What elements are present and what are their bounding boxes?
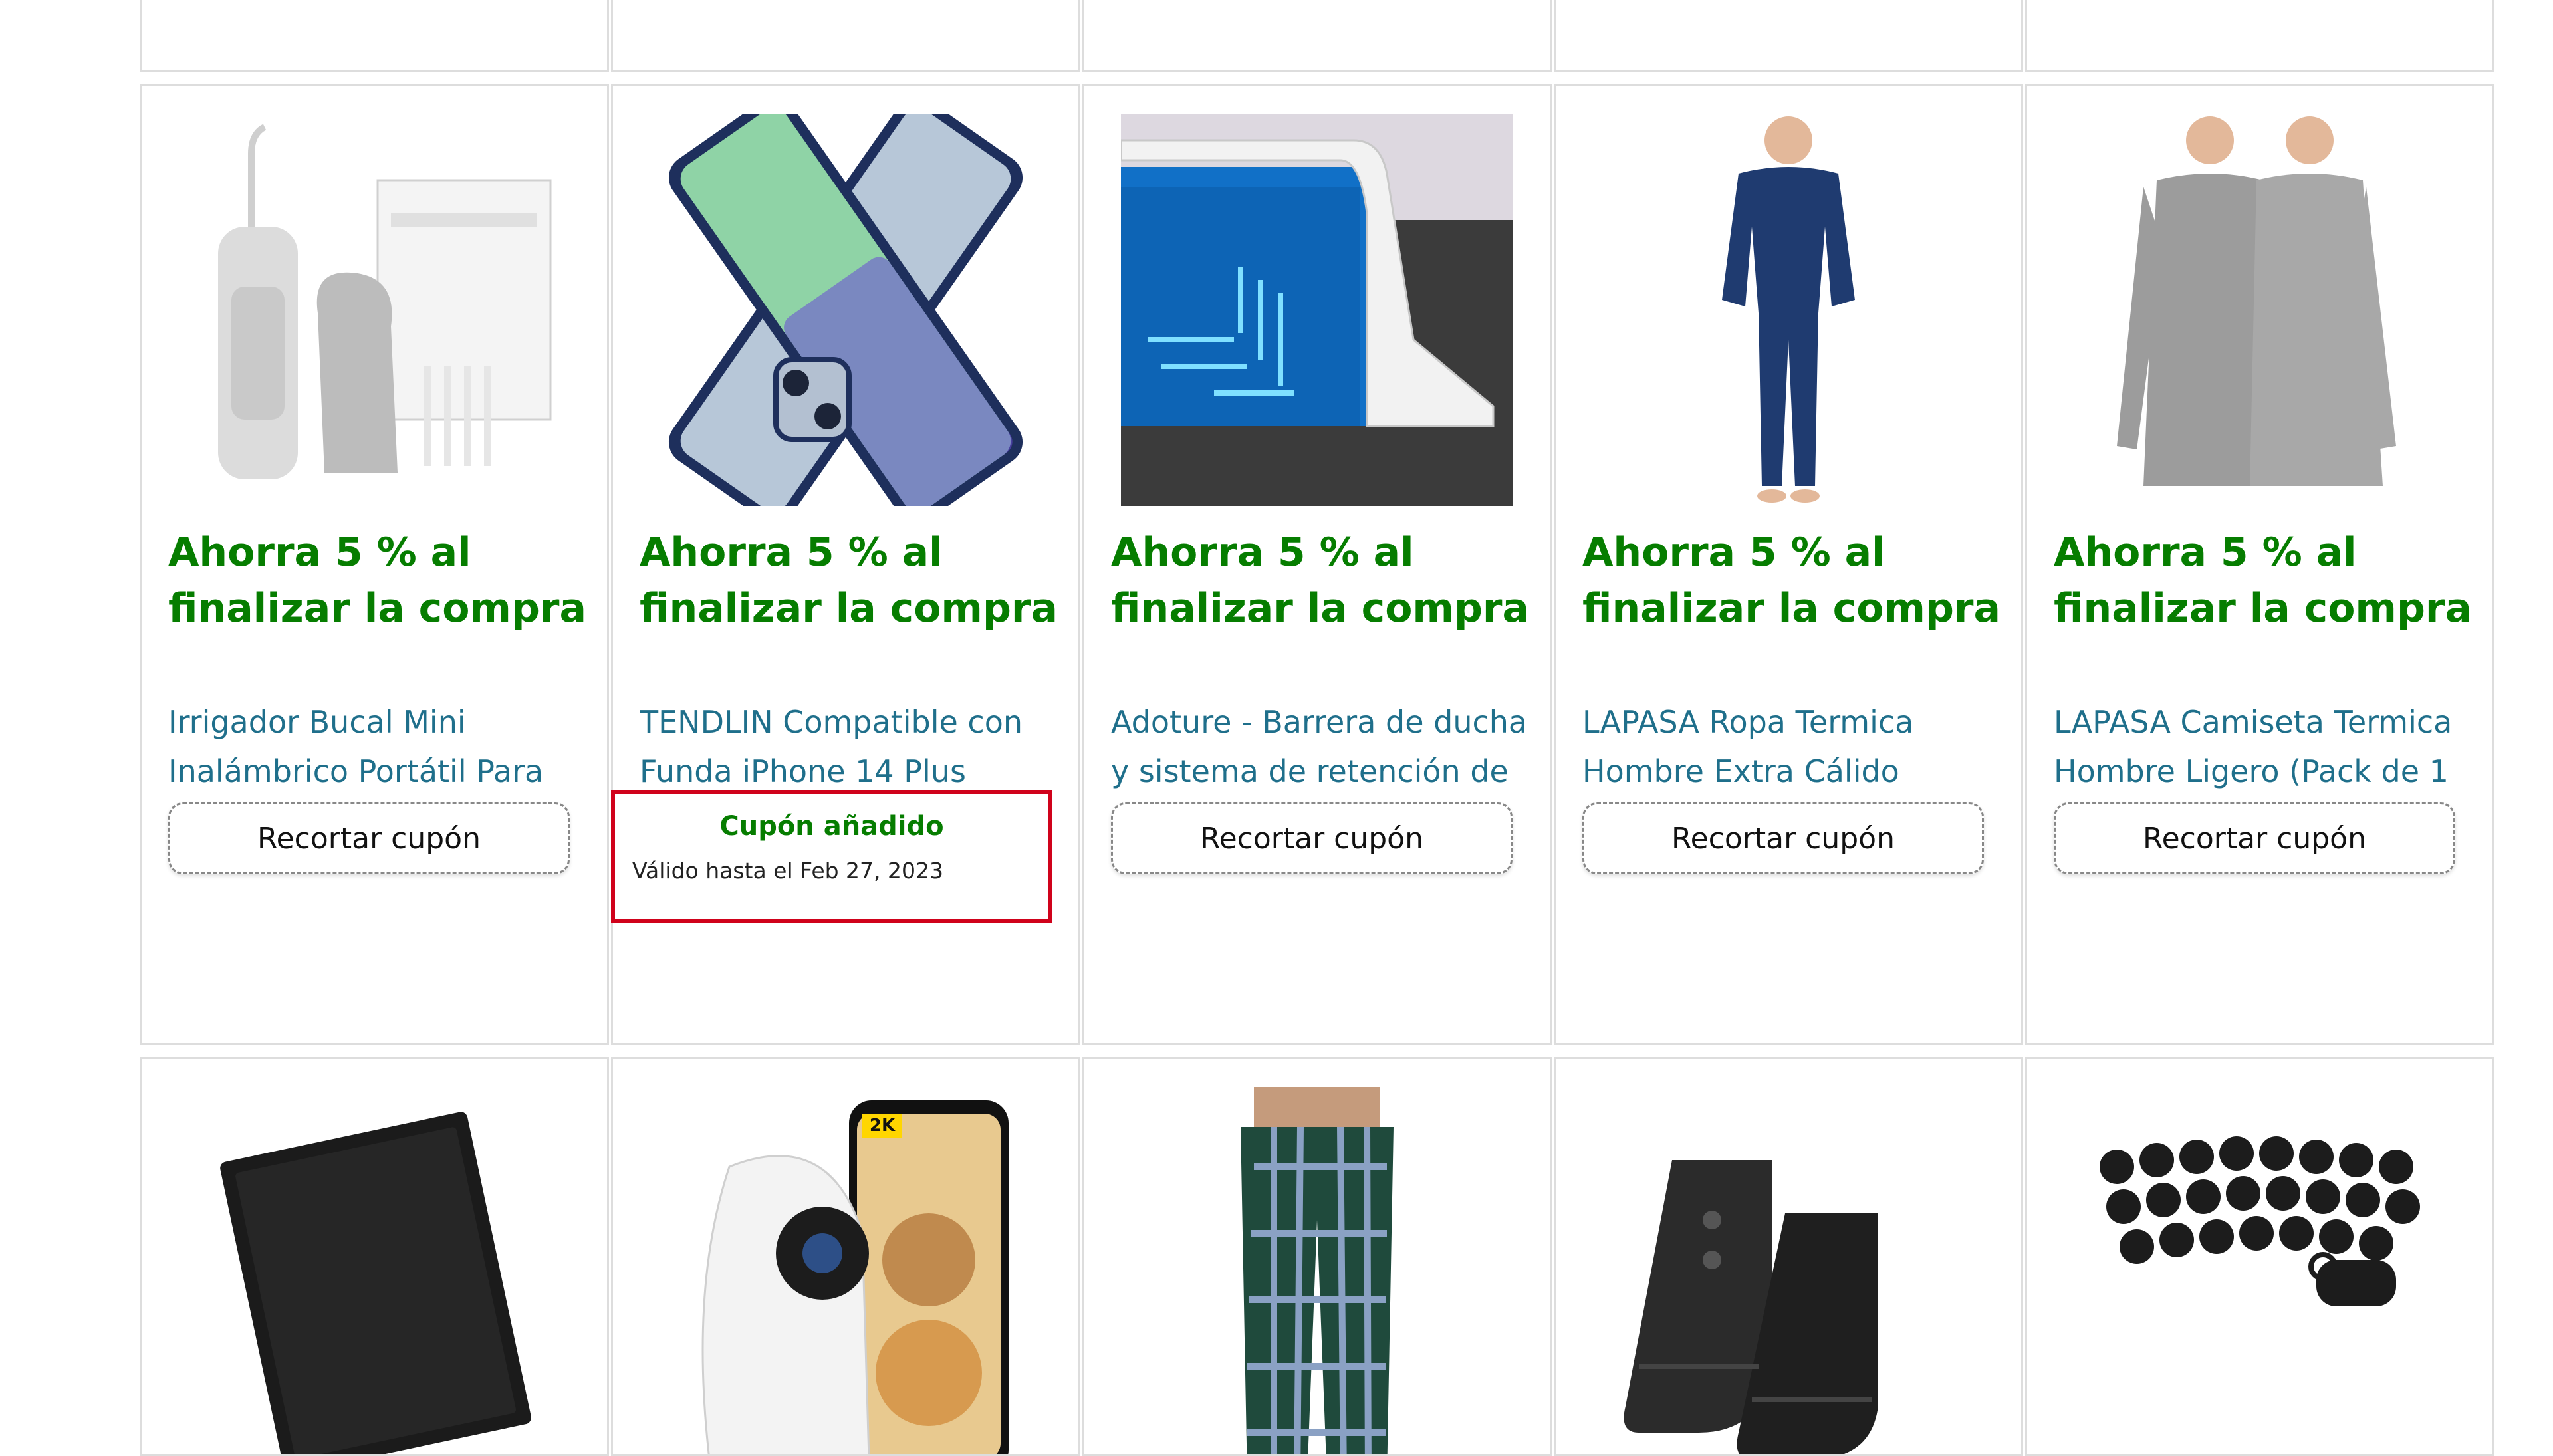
coupon-card-camera: 2K [611, 1057, 1080, 1456]
coupon-card-water-flosser: Ahorra 5 % al finalizar la compra Irriga… [140, 84, 609, 1045]
coupon-card-top-1[interactable] [140, 0, 609, 72]
coupon-card-waste-bags [2025, 1057, 2494, 1456]
deal-title: Ahorra 5 % al finalizar la compra [1582, 529, 2001, 632]
product-title-link[interactable]: Adoture - Barrera de ducha y sistema de … [1111, 697, 1536, 796]
product-title-link[interactable]: TENDLIN Compatible con Funda iPhone 14 P… [640, 697, 1065, 796]
security-camera-image[interactable]: 2K [650, 1087, 1042, 1454]
coupon-valid-until: Válido hasta el Feb 27, 2023 [632, 858, 944, 884]
coupon-card-boots [1554, 1057, 2023, 1456]
clip-coupon-button[interactable]: Recortar cupón [168, 802, 570, 874]
coupon-card-thermal-navy: Ahorra 5 % al finalizar la compra LAPASA… [1554, 84, 2023, 1045]
product-title-link[interactable]: LAPASA Ropa Termica Hombre Extra Cálido [1582, 697, 2008, 796]
coupon-grid: Ahorra 5 % al finalizar la compra Irriga… [0, 0, 2553, 1456]
coupon-card-top-5[interactable] [2025, 0, 2494, 72]
clip-coupon-button[interactable]: Recortar cupón [2054, 802, 2455, 874]
water-flosser-image[interactable] [178, 114, 570, 506]
thermal-underwear-navy-image[interactable] [1592, 114, 1985, 506]
coupon-card-top-3[interactable] [1082, 0, 1552, 72]
clip-coupon-button[interactable]: Recortar cupón [1111, 802, 1513, 874]
clip-coupon-button[interactable]: Recortar cupón [1582, 802, 1984, 874]
coupon-added-highlight: Cupón añadido Válido hasta el Feb 27, 20… [611, 790, 1052, 923]
plaid-pajama-pants-image[interactable] [1121, 1087, 1513, 1454]
coupon-card-pajama [1082, 1057, 1552, 1456]
deal-title: Ahorra 5 % al finalizar la compra [640, 529, 1058, 632]
coupon-card-top-4[interactable] [1554, 0, 2023, 72]
dog-waste-bags-image[interactable] [2064, 1087, 2456, 1454]
shower-barrier-image[interactable] [1121, 114, 1513, 506]
coupon-card-wallet [140, 1057, 609, 1456]
camera-badge-text: 2K [870, 1116, 896, 1136]
product-title-link[interactable]: LAPASA Camiseta Termica Hombre Ligero (P… [2054, 697, 2479, 796]
phone-case-image[interactable] [650, 114, 1042, 506]
coupon-added-label: Cupón añadido [719, 811, 944, 842]
coupon-card-top-2[interactable] [611, 0, 1080, 72]
product-title-link[interactable]: Irrigador Bucal Mini Inalámbrico Portáti… [168, 697, 594, 796]
coupon-card-thermal-grey: Ahorra 5 % al finalizar la compra LAPASA… [2025, 84, 2494, 1045]
deal-title: Ahorra 5 % al finalizar la compra [168, 529, 586, 632]
wallet-image[interactable] [178, 1087, 570, 1454]
winter-boots-image[interactable] [1592, 1087, 1985, 1454]
deal-title: Ahorra 5 % al finalizar la compra [2054, 529, 2472, 632]
coupon-card-shower-barrier: Ahorra 5 % al finalizar la compra Adotur… [1082, 84, 1552, 1045]
thermal-shirt-grey-image[interactable] [2064, 114, 2456, 506]
deal-title: Ahorra 5 % al finalizar la compra [1111, 529, 1529, 632]
